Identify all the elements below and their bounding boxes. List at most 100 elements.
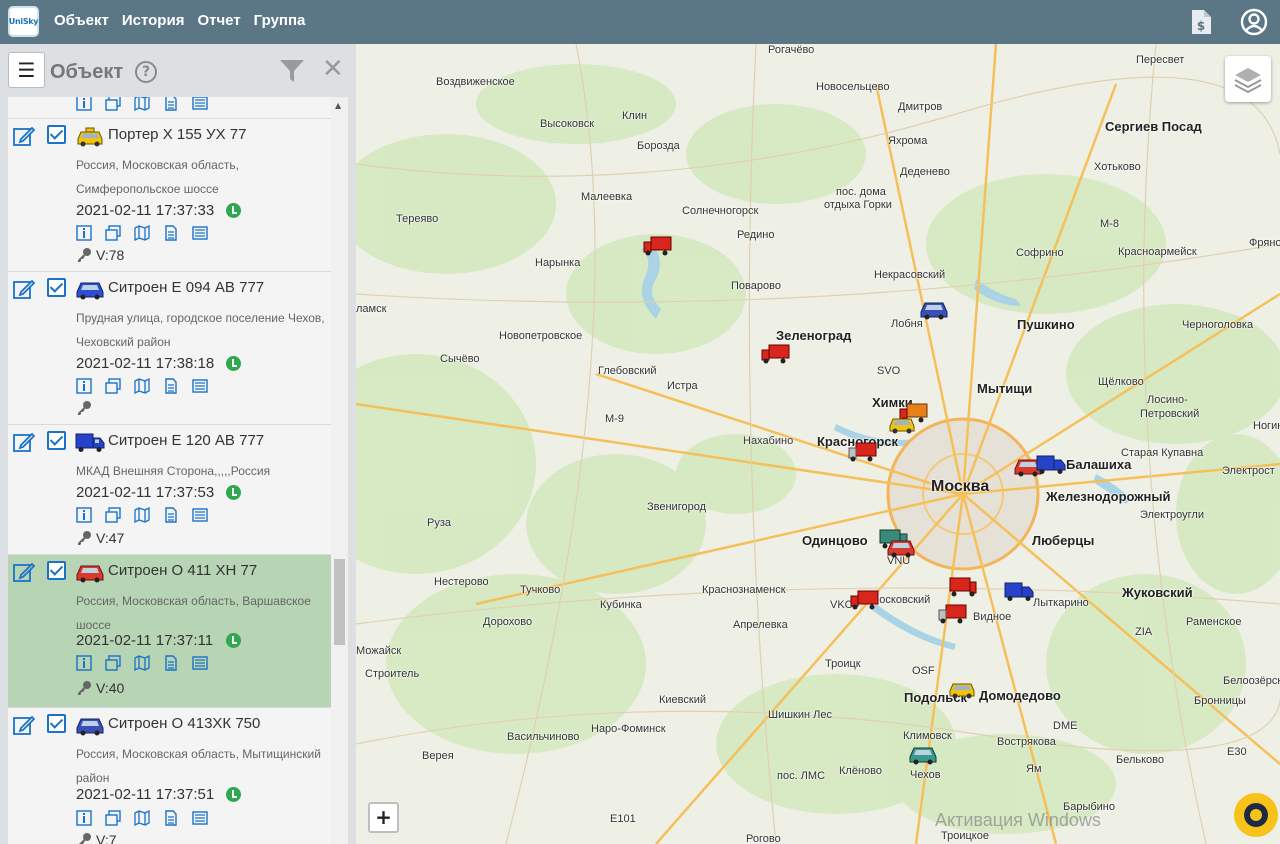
- map-icon[interactable]: [134, 225, 150, 241]
- object-checkbox[interactable]: [47, 431, 66, 450]
- map-place: DME: [1053, 720, 1078, 732]
- copy-icon[interactable]: [105, 655, 121, 671]
- vehicle-marker-taxi[interactable]: [947, 677, 977, 699]
- object-name: Ситроен Е 120 АВ 777: [108, 432, 265, 449]
- map-place: Троицкое: [941, 830, 989, 842]
- map-place: Бельково: [1116, 754, 1165, 766]
- object-checkbox[interactable]: [47, 714, 66, 733]
- info-icon[interactable]: [76, 225, 92, 241]
- list-icon[interactable]: [192, 97, 208, 111]
- list-icon[interactable]: [192, 225, 208, 241]
- map-place: М-8: [1100, 218, 1119, 230]
- map-place: Бронницы: [1194, 695, 1246, 707]
- app-logo[interactable]: UniSky: [8, 6, 39, 37]
- map-place: Высоковск: [540, 118, 595, 130]
- list-scrollbar[interactable]: ▲: [331, 97, 348, 844]
- filter-icon[interactable]: [279, 58, 305, 84]
- vehicle-marker-truck-red[interactable]: [761, 343, 791, 365]
- list-icon[interactable]: [192, 507, 208, 523]
- copy-icon[interactable]: [105, 507, 121, 523]
- vehicle-marker-truck-blue[interactable]: [1036, 453, 1066, 475]
- vehicle-marker-truck-red[interactable]: [850, 589, 880, 611]
- map-place: Чехов: [910, 769, 941, 781]
- object-address: Россия, Московская область, Мытищинский …: [76, 747, 321, 785]
- windows-activation-watermark: Активация Windows: [935, 810, 1101, 830]
- user-account-icon[interactable]: [1240, 8, 1268, 36]
- info-icon[interactable]: [76, 378, 92, 394]
- vehicle-marker-truck-red[interactable]: [643, 235, 673, 257]
- vehicle-marker-car-teal[interactable]: [908, 743, 938, 765]
- hamburger-icon[interactable]: ☰: [8, 52, 45, 88]
- map-place: Дорохово: [483, 616, 533, 628]
- edit-icon[interactable]: [13, 125, 35, 147]
- map-icon[interactable]: [134, 810, 150, 826]
- map-icon[interactable]: [134, 655, 150, 671]
- object-checkbox[interactable]: [47, 278, 66, 297]
- item-tools: [76, 97, 208, 111]
- object-checkbox[interactable]: [47, 561, 66, 580]
- document-icon[interactable]: [163, 507, 179, 523]
- document-icon[interactable]: [163, 378, 179, 394]
- list-item-citroen-o411[interactable]: Ситроен О 411 ХН 77 Россия, Московская о…: [8, 555, 331, 708]
- info-icon[interactable]: [76, 507, 92, 523]
- map-place: Раменское: [1186, 616, 1242, 628]
- map-view[interactable]: Рогачёво Пересвет Воздвиженское Новосель…: [356, 44, 1280, 844]
- map-place: Е30: [1227, 746, 1247, 758]
- nav-report[interactable]: Отчет: [197, 12, 240, 29]
- vehicle-marker-truck-red[interactable]: [848, 441, 878, 463]
- map-place: Новосельцево: [816, 81, 890, 93]
- key-speed: V:7: [76, 832, 117, 844]
- logo-text: UniSky: [8, 17, 39, 26]
- nav-history[interactable]: История: [122, 12, 185, 29]
- map-place: Люберцы: [1032, 533, 1095, 548]
- map-place: Шишкин Лес: [768, 709, 832, 721]
- map-icon[interactable]: [134, 507, 150, 523]
- vehicle-marker-truck-red[interactable]: [938, 603, 968, 625]
- map-place: Старая Купавна: [1121, 447, 1204, 459]
- list-item-citroen-e094[interactable]: Ситроен Е 094 АВ 777 Прудная улица, горо…: [8, 272, 331, 425]
- copy-icon[interactable]: [105, 97, 121, 111]
- object-checkbox[interactable]: [47, 125, 66, 144]
- map-place: пос. ЛМС: [777, 770, 826, 782]
- list-item-citroen-o413[interactable]: Ситроен О 413ХК 750 Россия, Московская о…: [8, 708, 331, 844]
- scroll-thumb[interactable]: [334, 559, 345, 645]
- edit-icon[interactable]: [13, 714, 35, 736]
- map-place: Тереяво: [396, 213, 439, 225]
- document-icon[interactable]: [163, 655, 179, 671]
- document-icon[interactable]: [163, 225, 179, 241]
- copy-icon[interactable]: [105, 378, 121, 394]
- layers-button[interactable]: [1225, 56, 1271, 102]
- edit-icon[interactable]: [13, 278, 35, 300]
- edit-icon[interactable]: [13, 561, 35, 583]
- copy-icon[interactable]: [105, 810, 121, 826]
- vehicle-marker-taxi[interactable]: [887, 412, 917, 434]
- document-icon[interactable]: [163, 97, 179, 111]
- list-icon[interactable]: [192, 810, 208, 826]
- scroll-up-arrow-icon[interactable]: ▲: [335, 101, 341, 110]
- info-icon[interactable]: [76, 97, 92, 111]
- zoom-in-button[interactable]: +: [368, 802, 399, 833]
- object-time: 2021-02-11 17:37:11: [76, 632, 214, 649]
- info-icon[interactable]: [76, 655, 92, 671]
- vehicle-marker-car-red[interactable]: [886, 536, 916, 558]
- list-icon[interactable]: [192, 378, 208, 394]
- copy-icon[interactable]: [105, 225, 121, 241]
- vehicle-marker-truck-red[interactable]: [948, 576, 978, 598]
- vehicle-marker-car-blue[interactable]: [919, 298, 949, 320]
- info-icon[interactable]: [76, 810, 92, 826]
- online-clock-icon: [226, 356, 241, 371]
- nav-object[interactable]: Объект: [54, 12, 109, 29]
- list-icon[interactable]: [192, 655, 208, 671]
- close-icon[interactable]: ✕: [322, 56, 346, 82]
- nav-group[interactable]: Группа: [254, 12, 306, 29]
- list-item-citroen-e120[interactable]: Ситроен Е 120 АВ 777 МКАД Внешняя Сторон…: [8, 425, 331, 555]
- map-icon[interactable]: [134, 97, 150, 111]
- list-item-porter[interactable]: Портер Х 155 УХ 77 Россия, Московская об…: [8, 119, 331, 272]
- help-icon[interactable]: ?: [135, 61, 157, 83]
- document-icon[interactable]: [163, 810, 179, 826]
- invoice-document-icon[interactable]: $: [1187, 8, 1215, 36]
- map-icon[interactable]: [134, 378, 150, 394]
- vehicle-marker-truck-blue[interactable]: [1004, 580, 1034, 602]
- edit-icon[interactable]: [13, 431, 35, 453]
- map-place: Истра: [667, 380, 698, 392]
